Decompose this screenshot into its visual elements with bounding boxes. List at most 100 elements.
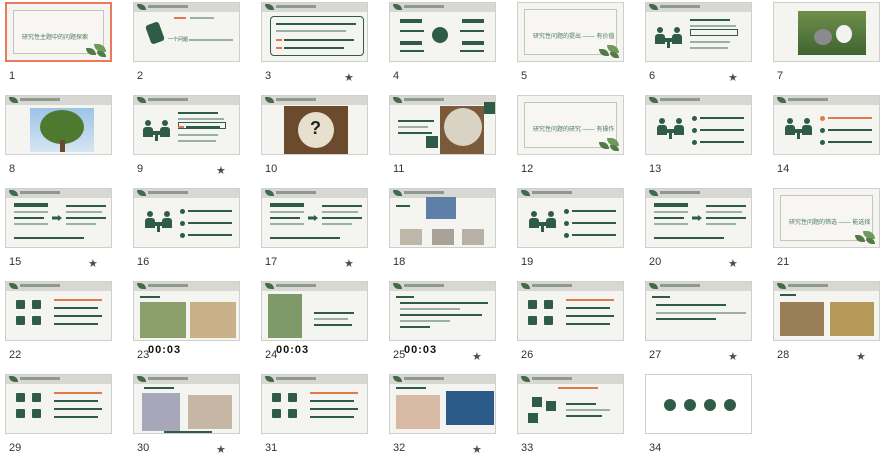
slide-preview[interactable]: [773, 2, 880, 62]
animation-star-icon[interactable]: ★: [88, 257, 98, 270]
animation-star-icon[interactable]: ★: [728, 71, 738, 84]
slide-thumbnail-12[interactable]: 研究性问题的研究 —— 有操作 12: [512, 95, 640, 188]
slide-thumbnail-2[interactable]: 一个问题 2: [128, 2, 256, 95]
slide-thumbnail-16[interactable]: 16: [128, 188, 256, 281]
puzzle-icon: [432, 27, 448, 43]
slide-thumbnail-22[interactable]: 22: [0, 281, 128, 374]
header-bar: [270, 203, 304, 207]
slide-thumbnail-6[interactable]: 6 ★: [640, 2, 768, 95]
slide-preview[interactable]: [133, 374, 240, 434]
slide-thumbnail-17[interactable]: 17 ★: [256, 188, 384, 281]
slide-preview[interactable]: 一个问题: [133, 2, 240, 62]
slide-preview[interactable]: [517, 281, 624, 341]
slide-preview[interactable]: [5, 281, 112, 341]
slide-preview[interactable]: [773, 281, 880, 341]
slide-thumbnail-23[interactable]: 23 00:03: [128, 281, 256, 374]
feature-icon: [528, 300, 537, 309]
slide-thumbnail-26[interactable]: 26: [512, 281, 640, 374]
slide-thumbnail-14[interactable]: 14: [768, 95, 886, 188]
animation-star-icon[interactable]: ★: [216, 443, 226, 456]
slide-thumbnail-8[interactable]: 8: [0, 95, 128, 188]
slide-thumbnail-7[interactable]: 7: [768, 2, 886, 95]
slide-preview[interactable]: [517, 188, 624, 248]
feature-icon: [544, 316, 553, 325]
photo: [396, 395, 440, 429]
slide-thumbnail-1[interactable]: 研究性主题中的问题探索 1: [0, 2, 128, 95]
slide-thumbnail-3[interactable]: 3 ★: [256, 2, 384, 95]
slide-preview[interactable]: [5, 95, 112, 155]
timing-label: 00:03: [276, 344, 310, 356]
animation-star-icon[interactable]: ★: [728, 257, 738, 270]
slide-thumbnail-19[interactable]: 19: [512, 188, 640, 281]
text-line: [322, 217, 362, 219]
text-line: [460, 30, 484, 32]
slide-thumbnail-5[interactable]: 研究性问题的提出 —— 有价值 5: [512, 2, 640, 95]
slide-thumbnail-11[interactable]: 11: [384, 95, 512, 188]
slide-thumbnail-27[interactable]: 27 ★: [640, 281, 768, 374]
photo: [798, 11, 866, 55]
slide-preview[interactable]: ?: [261, 95, 368, 155]
animation-star-icon[interactable]: ★: [728, 350, 738, 363]
slide-thumbnail-34[interactable]: 34: [640, 374, 768, 467]
slide-number: 16: [137, 256, 150, 268]
slide-preview[interactable]: [261, 281, 368, 341]
slide-thumbnail-33[interactable]: 33: [512, 374, 640, 467]
plant-decoration: [597, 43, 621, 59]
slide-preview[interactable]: [645, 281, 752, 341]
animation-star-icon[interactable]: ★: [472, 350, 482, 363]
slide-thumbnail-20[interactable]: 20 ★: [640, 188, 768, 281]
slide-preview[interactable]: [517, 374, 624, 434]
slide-preview[interactable]: [645, 188, 752, 248]
slide-preview[interactable]: [645, 374, 752, 434]
slide-preview[interactable]: [645, 95, 752, 155]
slide-thumbnail-15[interactable]: 15 ★: [0, 188, 128, 281]
text-line: [566, 299, 614, 301]
slide-preview[interactable]: 研究性问题的研究 —— 有操作: [517, 95, 624, 155]
slide-preview[interactable]: [645, 2, 752, 62]
slide-thumbnail-13[interactable]: 13: [640, 95, 768, 188]
bullet-dot: [692, 140, 697, 145]
animation-star-icon[interactable]: ★: [344, 71, 354, 84]
slide-number: 11: [393, 163, 405, 175]
leaf-icon: [599, 142, 609, 149]
slide-thumbnail-31[interactable]: 31: [256, 374, 384, 467]
animation-star-icon[interactable]: ★: [344, 257, 354, 270]
slide-thumbnail-4[interactable]: 4: [384, 2, 512, 95]
slide-thumbnail-21[interactable]: 研究性问题的筛选 —— 能选择 21: [768, 188, 886, 281]
slide-preview[interactable]: 研究性问题的提出 —— 有价值: [517, 2, 624, 62]
slide-preview[interactable]: [261, 374, 368, 434]
person-head: [676, 118, 682, 124]
slide-thumbnail-10[interactable]: ? 10: [256, 95, 384, 188]
animation-star-icon[interactable]: ★: [472, 443, 482, 456]
slide-preview[interactable]: [5, 188, 112, 248]
slide-preview[interactable]: [389, 95, 496, 155]
slide-preview[interactable]: [389, 281, 496, 341]
slide-thumbnail-24[interactable]: 24 00:03: [256, 281, 384, 374]
slide-thumbnail-25[interactable]: 25 00:03 ★: [384, 281, 512, 374]
slide-preview[interactable]: [5, 374, 112, 434]
slide-preview[interactable]: [133, 95, 240, 155]
slide-thumbnail-29[interactable]: 29: [0, 374, 128, 467]
animation-star-icon[interactable]: ★: [216, 164, 226, 177]
slide-preview[interactable]: 研究性主题中的问题探索: [5, 2, 112, 62]
slide-thumbnail-18[interactable]: 18: [384, 188, 512, 281]
slide-thumbnail-32[interactable]: 32 ★: [384, 374, 512, 467]
slide-thumbnail-28[interactable]: 28 ★: [768, 281, 886, 374]
slide-preview[interactable]: [773, 95, 880, 155]
animation-star-icon[interactable]: ★: [856, 350, 866, 363]
text-line: [322, 223, 352, 225]
slide-preview[interactable]: [389, 2, 496, 62]
slide-preview[interactable]: [261, 188, 368, 248]
slide-preview[interactable]: [389, 374, 496, 434]
slide-preview[interactable]: 研究性问题的筛选 —— 能选择: [773, 188, 880, 248]
slide-preview[interactable]: [261, 2, 368, 62]
feature-icon: [272, 393, 281, 402]
slide-thumbnail-9[interactable]: 9 ★: [128, 95, 256, 188]
arrow-icon: [52, 215, 62, 221]
slide-thumbnail-30[interactable]: 30 ★: [128, 374, 256, 467]
slide-preview[interactable]: [133, 188, 240, 248]
text-line: [310, 416, 354, 418]
slide-preview[interactable]: [133, 281, 240, 341]
text-line: [566, 409, 610, 411]
slide-preview[interactable]: [389, 188, 496, 248]
